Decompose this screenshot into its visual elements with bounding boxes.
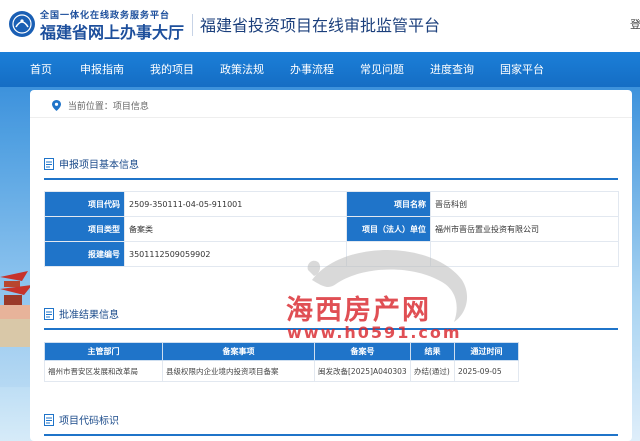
column-header: 结果 [410, 342, 455, 361]
nav-item-home[interactable]: 首页 [30, 52, 52, 87]
project-name-label: 项目名称 [346, 191, 431, 217]
project-code-value: 2509-350111-04-05-911001 [124, 191, 347, 217]
legal-entity-label: 项目（法人）单位 [346, 216, 431, 242]
site-title: 福建省投资项目在线审批监管平台 [200, 16, 441, 35]
nav-item-guide[interactable]: 申报指南 [80, 52, 124, 87]
basic-info-heading: 申报项目基本信息 [44, 156, 139, 171]
watermark-text: 海西房产网 [286, 295, 431, 326]
approval-title: 批准结果信息 [59, 310, 119, 321]
project-type-value: 备案类 [124, 216, 347, 242]
breadcrumb-prefix: 当前位置： [67, 102, 113, 112]
document-icon [44, 158, 54, 170]
basic-info-table: 项目代码 2509-350111-04-05-911001 项目名称 晋岳科创 … [44, 191, 619, 267]
column-header: 备案事项 [162, 342, 315, 361]
legal-entity-value: 福州市晋岳置业投资有限公司 [430, 216, 619, 242]
site-header: 全国一体化在线政务服务平台 福建省网上办事大厅 福建省投资项目在线审批监管平台 … [0, 0, 640, 52]
nav-item-process[interactable]: 办事流程 [290, 52, 334, 87]
project-code-title: 项目代码标识 [59, 416, 119, 427]
column-header: 备案号 [314, 342, 411, 361]
breadcrumb: 当前位置：项目信息 [52, 99, 149, 112]
result-cell: 办结(通过) [410, 360, 455, 382]
approval-result-table: 主管部门 备案事项 备案号 结果 通过时间 福州市晋安区发展和改革局 县级权限内… [44, 342, 519, 382]
filing-number-value: 3501112509059902 [124, 241, 347, 267]
project-info-panel: 当前位置：项目信息 申报项目基本信息 项目代码 2509-350111-04-0… [30, 90, 632, 441]
project-code-heading: 项目代码标识 [44, 412, 119, 427]
column-header: 主管部门 [44, 342, 163, 361]
project-type-label: 项目类型 [44, 216, 125, 242]
government-emblem-icon[interactable] [9, 11, 35, 37]
document-icon [44, 414, 54, 426]
nav-item-faq[interactable]: 常见问题 [360, 52, 404, 87]
table-row: 福州市晋安区发展和改革局 县级权限内企业境内投资项目备案 闽发改备[2025]A… [44, 360, 519, 382]
department-cell: 福州市晋安区发展和改革局 [44, 360, 163, 382]
breadcrumb-current[interactable]: 项目信息 [113, 102, 149, 112]
main-nav: 首页 申报指南 我的项目 政策法规 办事流程 常见问题 进度查询 国家平台 [0, 52, 640, 87]
filing-no-cell: 闽发改备[2025]A040303 [314, 360, 411, 382]
section-divider [44, 178, 618, 180]
table-header-row: 主管部门 备案事项 备案号 结果 通过时间 [44, 342, 519, 361]
nav-item-policies[interactable]: 政策法规 [220, 52, 264, 87]
watermark-url: www.h0591.com [287, 323, 462, 342]
empty-cell [430, 241, 619, 267]
location-pin-icon [52, 100, 61, 111]
filing-number-label: 报建编号 [44, 241, 125, 267]
project-name-value: 晋岳科创 [430, 191, 619, 217]
matter-cell: 县级权限内企业境内投资项目备案 [162, 360, 315, 382]
breadcrumb-bar: 当前位置：项目信息 [30, 90, 632, 118]
approval-heading: 批准结果信息 [44, 306, 119, 321]
login-link[interactable]: 登 [630, 16, 640, 32]
project-code-label: 项目代码 [44, 191, 125, 217]
table-row: 报建编号 3501112509059902 [44, 241, 619, 267]
table-row: 项目代码 2509-350111-04-05-911001 项目名称 晋岳科创 [44, 191, 619, 217]
column-header: 通过时间 [454, 342, 519, 361]
document-icon [44, 308, 54, 320]
logo-title[interactable]: 福建省网上办事大厅 [40, 19, 184, 43]
header-divider [192, 14, 193, 36]
table-row: 项目类型 备案类 项目（法人）单位 福州市晋岳置业投资有限公司 [44, 216, 619, 242]
nav-item-my-projects[interactable]: 我的项目 [150, 52, 194, 87]
nav-item-national[interactable]: 国家平台 [500, 52, 544, 87]
nav-item-progress[interactable]: 进度查询 [430, 52, 474, 87]
pass-date-cell: 2025-09-05 [454, 360, 519, 382]
basic-info-title: 申报项目基本信息 [59, 160, 139, 171]
empty-cell [346, 241, 431, 267]
section-divider [44, 434, 618, 436]
